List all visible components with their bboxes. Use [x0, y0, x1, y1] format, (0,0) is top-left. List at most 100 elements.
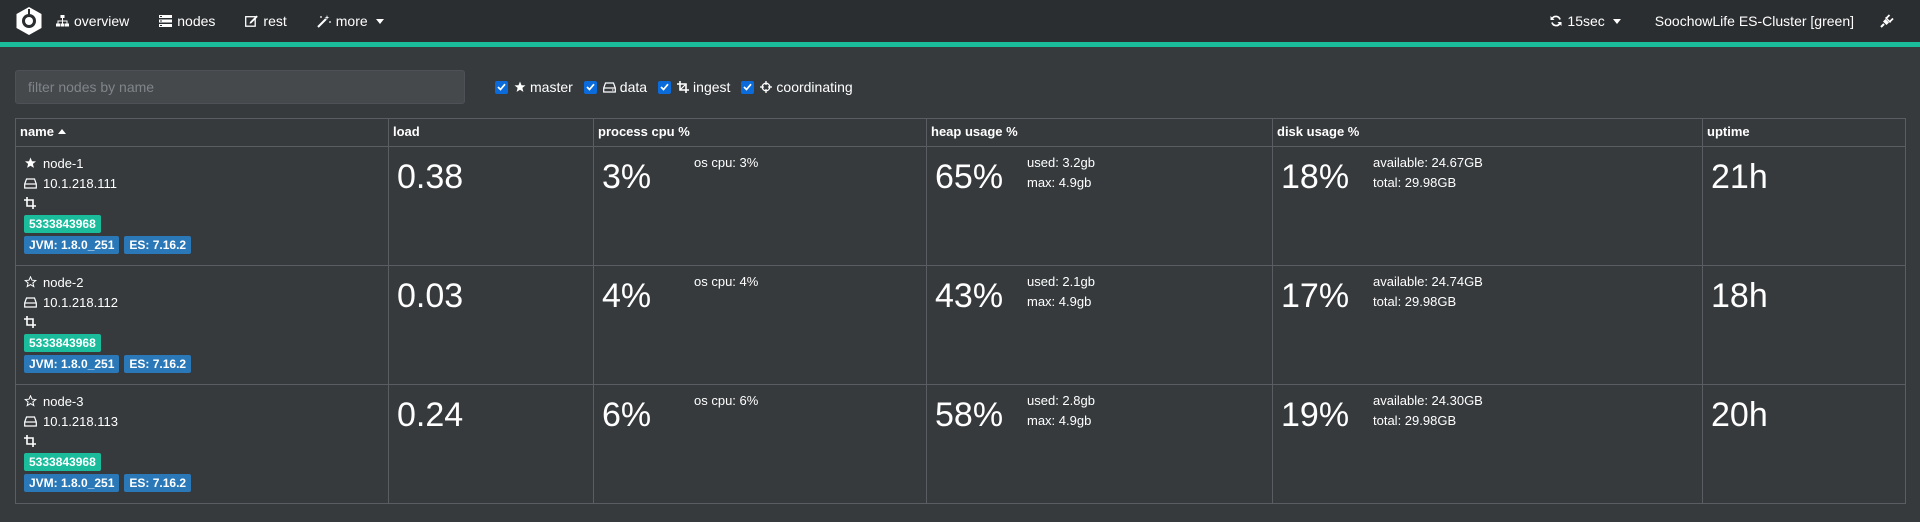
cpu-value: 3% — [602, 158, 652, 196]
table-row: node-3 10.1.218.113 5333843968 JVM: 1.8.… — [15, 384, 1906, 504]
hdd-icon — [602, 81, 616, 93]
node-ip: 10.1.218.111 — [43, 175, 117, 191]
filter-nodes-input[interactable] — [15, 70, 465, 104]
sitemap-icon — [56, 15, 69, 27]
chevron-down-icon — [375, 18, 384, 24]
checkbox-checked-icon[interactable] — [658, 80, 672, 94]
role-filter-label: master — [530, 79, 573, 95]
heap-used-value: used: 2.1gb — [1027, 274, 1095, 289]
column-header-cpu[interactable]: process cpu % — [593, 118, 927, 147]
heap-used-value: used: 2.8gb — [1027, 393, 1095, 408]
disk-value: 19% — [1281, 396, 1350, 434]
heap-max-value: max: 4.9gb — [1027, 175, 1092, 190]
cpu-cell: 4% os cpu: 4% — [593, 265, 927, 385]
role-filter-coordinating[interactable]: coordinating — [741, 79, 853, 95]
role-filter-label: ingest — [693, 79, 731, 95]
nodes-table: name load process cpu % heap usage % dis… — [15, 118, 1906, 504]
node-name[interactable]: node-1 — [43, 156, 83, 171]
os-cpu-value: os cpu: 6% — [694, 393, 759, 408]
disk-available-value: available: 24.67GB — [1373, 155, 1483, 170]
heap-cell: 65% used: 3.2gb max: 4.9gb — [926, 146, 1273, 266]
cerebro-logo-icon[interactable] — [14, 6, 44, 36]
column-header-label: process cpu % — [598, 124, 690, 139]
node-name-cell: node-3 10.1.218.113 5333843968 JVM: 1.8.… — [15, 384, 389, 504]
cpu-value: 6% — [602, 396, 652, 434]
column-header-label: uptime — [1707, 124, 1750, 139]
disk-cell: 17% available: 24.74GB total: 29.98GB — [1272, 265, 1703, 385]
node-name[interactable]: node-2 — [43, 275, 83, 290]
role-filter-label: data — [619, 79, 648, 95]
refresh-interval-dropdown[interactable]: 15sec — [1550, 13, 1621, 29]
checkbox-checked-icon[interactable] — [741, 80, 755, 94]
refresh-icon — [1550, 15, 1562, 27]
load-cell: 0.38 — [388, 146, 594, 266]
column-header-label: disk usage % — [1277, 124, 1360, 139]
magic-wand-icon — [317, 14, 331, 28]
heap-cell: 43% used: 2.1gb max: 4.9gb — [926, 265, 1273, 385]
role-filter-data[interactable]: data — [583, 79, 648, 95]
refresh-interval-label: 15sec — [1567, 13, 1605, 29]
nav-nodes-label: nodes — [177, 13, 216, 29]
sort-ascending-icon — [57, 129, 66, 134]
node-ip: 10.1.218.113 — [43, 413, 118, 429]
disk-total-value: total: 29.98GB — [1373, 413, 1457, 428]
jvm-version-badge: JVM: 1.8.0_251 — [24, 474, 120, 492]
column-header-uptime[interactable]: uptime — [1702, 118, 1906, 147]
crop-icon — [24, 197, 36, 209]
filter-toolbar: master data ingest — [0, 70, 1920, 104]
crop-icon — [24, 435, 36, 447]
column-header-disk[interactable]: disk usage % — [1272, 118, 1703, 147]
node-name-cell: node-2 10.1.218.112 5333843968 JVM: 1.8.… — [15, 265, 389, 385]
heap-used-value: used: 3.2gb — [1027, 155, 1095, 170]
nav-overview[interactable]: overview — [56, 13, 129, 29]
table-row: node-1 10.1.218.111 5333843968 JVM: 1.8.… — [15, 146, 1906, 266]
disconnect-button[interactable] — [1880, 14, 1894, 28]
load-value: 0.24 — [397, 396, 464, 434]
chevron-down-icon — [1612, 18, 1621, 24]
node-name[interactable]: node-3 — [43, 394, 83, 409]
checkbox-checked-icon[interactable] — [495, 80, 508, 94]
heap-cell: 58% used: 2.8gb max: 4.9gb — [926, 384, 1273, 504]
checkbox-checked-icon[interactable] — [583, 80, 597, 94]
cluster-name: SoochowLife ES-Cluster [green] — [1655, 13, 1854, 29]
star-outline-icon — [24, 276, 37, 288]
column-header-label: name — [20, 124, 54, 139]
column-header-load[interactable]: load — [388, 118, 594, 147]
cpu-cell: 6% os cpu: 6% — [593, 384, 927, 504]
node-name-cell: node-1 10.1.218.111 5333843968 JVM: 1.8.… — [15, 146, 389, 266]
node-ip: 10.1.218.112 — [43, 294, 118, 310]
nav-nodes[interactable]: nodes — [159, 13, 215, 29]
star-outline-icon — [24, 395, 37, 407]
node-id-badge: 5333843968 — [24, 453, 101, 471]
cpu-value: 4% — [602, 277, 652, 315]
uptime-cell: 20h — [1702, 384, 1906, 504]
uptime-value: 18h — [1711, 277, 1768, 315]
es-version-badge: ES: 7.16.2 — [124, 355, 192, 373]
role-filter-ingest[interactable]: ingest — [658, 79, 730, 95]
role-filter-master[interactable]: master — [495, 79, 573, 95]
column-header-heap[interactable]: heap usage % — [926, 118, 1273, 147]
column-header-label: heap usage % — [931, 124, 1018, 139]
top-navbar: overview nodes rest more 15sec SoochowLi… — [0, 0, 1920, 47]
nav-more-label: more — [335, 13, 368, 29]
cpu-cell: 3% os cpu: 3% — [593, 146, 927, 266]
heap-value: 43% — [935, 277, 1004, 315]
disk-value: 18% — [1281, 158, 1350, 196]
column-header-name[interactable]: name — [15, 118, 389, 147]
hdd-icon — [24, 177, 37, 189]
load-cell: 0.24 — [388, 384, 594, 504]
disk-value: 17% — [1281, 277, 1350, 315]
uptime-cell: 21h — [1702, 146, 1906, 266]
load-value: 0.38 — [397, 158, 464, 196]
nav-rest[interactable]: rest — [245, 13, 287, 29]
uptime-value: 20h — [1711, 396, 1768, 434]
server-icon — [159, 15, 173, 27]
nav-more-dropdown[interactable]: more — [317, 13, 384, 29]
disk-available-value: available: 24.30GB — [1373, 393, 1483, 408]
nav-overview-label: overview — [74, 13, 130, 29]
hdd-icon — [24, 296, 37, 308]
load-cell: 0.03 — [388, 265, 594, 385]
disk-total-value: total: 29.98GB — [1373, 294, 1457, 309]
heap-value: 58% — [935, 396, 1004, 434]
es-version-badge: ES: 7.16.2 — [124, 236, 192, 254]
